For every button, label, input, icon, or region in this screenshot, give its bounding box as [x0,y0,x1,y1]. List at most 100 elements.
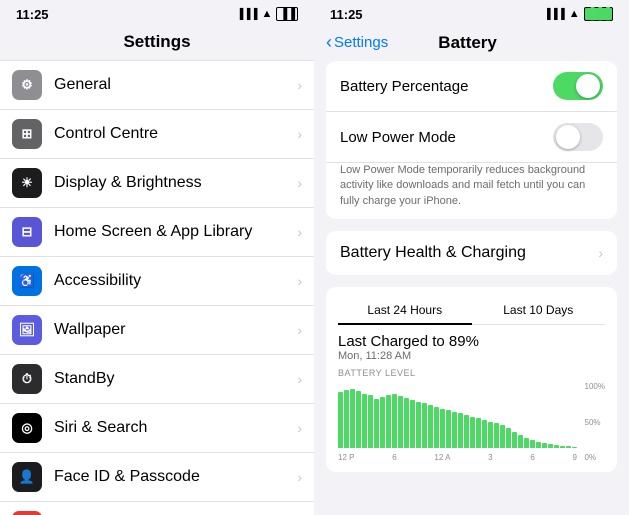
right-wifi-icon: ▲ [569,8,580,20]
chart-bar [422,403,427,448]
chevron-icon-siri: › [297,420,302,436]
sidebar-item-siri[interactable]: ◎Siri & Search› [0,404,314,453]
chart-tabs: Last 24 Hours Last 10 Days [338,297,605,325]
chart-bar [458,413,463,448]
x-label: 6 [530,453,534,462]
sidebar-item-label-accessibility: Accessibility [54,272,297,290]
sidebar-item-control[interactable]: ⊞ Control Centre› [0,110,314,159]
sidebar-item-label-faceid: Face ID & Passcode [54,468,297,486]
sidebar-item-emergency[interactable]: SOSEmergency SOS› [0,502,314,515]
chart-bar [380,397,385,448]
battery-level-label: BATTERY LEVEL [338,368,605,378]
low-power-toggle[interactable] [553,123,603,151]
wallpaper-icon: 🖼 [12,315,42,345]
x-label: 9 [573,453,577,462]
tab-last-10-days[interactable]: Last 10 Days [472,297,606,324]
accessibility-icon: ♿ [12,266,42,296]
chart-bar [440,409,445,449]
left-status-icons: ▐▐▐ ▲ ▐▐ [236,7,298,21]
chart-bars [338,382,577,448]
chart-bar [452,412,457,448]
chevron-icon-general: › [297,77,302,93]
back-button[interactable]: ‹ Settings [326,32,388,53]
battery-chart-section: Last 24 Hours Last 10 Days Last Charged … [326,287,617,472]
chart-bar [566,446,571,448]
sidebar-item-faceid[interactable]: 👤Face ID & Passcode› [0,453,314,502]
chart-bar [464,415,469,448]
chevron-icon-control: › [297,126,302,142]
chart-bar [416,402,421,448]
sidebar-item-label-standby: StandBy [54,370,297,388]
x-label: 6 [392,453,396,462]
battery-health-chevron-icon: › [598,245,603,261]
sidebar-item-label-siri: Siri & Search [54,419,297,437]
chart-bar [560,446,565,449]
right-battery-icon: ▐▐▐ [584,7,613,21]
chart-bar [488,422,493,448]
chart-bar [350,389,355,448]
chart-bar [494,423,499,448]
x-label: 12 P [338,453,354,462]
sidebar-item-label-display: Display & Brightness [54,174,297,192]
chart-bar [386,395,391,448]
low-power-row[interactable]: Low Power Mode [326,112,617,163]
chart-bar [434,407,439,448]
chart-bar [344,390,349,448]
right-time: 11:25 [330,7,363,22]
left-status-bar: 11:25 ▐▐▐ ▲ ▐▐ [0,0,314,28]
emergency-icon: SOS [12,511,42,515]
chart-bar [362,394,367,448]
chart-x-labels: 12 P612 A369 [338,453,577,462]
chart-info: Last Charged to 89% Mon, 11:28 AM [338,333,605,362]
sidebar-item-label-control: Control Centre [54,125,297,143]
battery-percentage-toggle[interactable] [553,72,603,100]
sidebar-item-display[interactable]: ☀ Display & Brightness› [0,159,314,208]
chevron-icon-homescreen: › [297,224,302,240]
sidebar-item-label-wallpaper: Wallpaper [54,321,297,339]
chart-bar [548,444,553,448]
chart-bar [410,400,415,448]
battery-toggles-section: Battery Percentage Low Power Mode Low Po… [326,61,617,219]
y-label-0: 0% [585,453,605,462]
chart-bar [524,438,529,448]
general-icon: ⚙ [12,70,42,100]
signal-icon: ▐▐▐ [236,9,257,20]
tab-last-24-hours[interactable]: Last 24 Hours [338,297,472,325]
chart-bar [476,418,481,448]
right-status-bar: 11:25 ▐▐▐ ▲ ▐▐▐ [314,0,629,28]
sidebar-item-standby[interactable]: ⏱StandBy› [0,355,314,404]
chart-bar [446,410,451,448]
x-label: 3 [488,453,492,462]
battery-title: Battery [438,33,497,53]
chevron-icon-display: › [297,175,302,191]
chart-bar [338,392,343,448]
battery-health-row[interactable]: Battery Health & Charging › [326,231,617,275]
control-icon: ⊞ [12,119,42,149]
chart-bar [470,417,475,449]
sidebar-item-accessibility[interactable]: ♿Accessibility› [0,257,314,306]
chart-bar [404,398,409,448]
left-time: 11:25 [16,7,49,22]
low-power-desc: Low Power Mode temporarily reduces backg… [326,163,617,219]
y-label-100: 100% [585,382,605,391]
sidebar-item-label-homescreen: Home Screen & App Library [54,223,297,241]
chart-bar [398,396,403,448]
settings-list: ⚙General›⊞Control Centre›☀Display & Brig… [0,60,314,515]
battery-percentage-label: Battery Percentage [340,78,468,95]
chart-y-labels: 100% 50% 0% [585,382,605,462]
sidebar-item-homescreen[interactable]: ⊟Home Screen & App Library› [0,208,314,257]
battery-health-section[interactable]: Battery Health & Charging › [326,231,617,275]
sidebar-item-wallpaper[interactable]: 🖼 Wallpaper› [0,306,314,355]
sidebar-item-general[interactable]: ⚙ General› [0,60,314,110]
battery-panel: 11:25 ▐▐▐ ▲ ▐▐▐ ‹ Settings Battery Batte… [314,0,629,515]
wifi-icon: ▲ [262,8,273,20]
display-icon: ☀ [12,168,42,198]
sidebar-item-label-general: General [54,76,297,94]
chart-bar [500,425,505,448]
chevron-icon-standby: › [297,371,302,387]
chart-bar [368,395,373,448]
battery-percentage-row[interactable]: Battery Percentage [326,61,617,112]
chart-bar [530,440,535,448]
battery-icon: ▐▐ [276,7,298,21]
chevron-icon-wallpaper: › [297,322,302,338]
